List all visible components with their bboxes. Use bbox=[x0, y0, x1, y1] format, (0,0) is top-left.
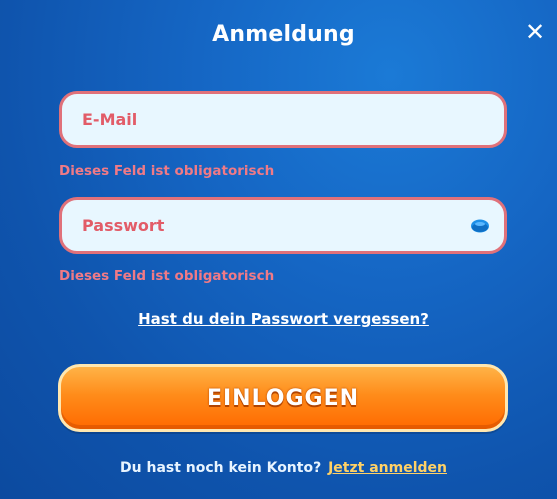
modal-title: Anmeldung bbox=[212, 22, 355, 47]
email-input[interactable] bbox=[80, 109, 454, 130]
login-button-label: EINLOGGEN bbox=[206, 385, 360, 411]
password-error-message: Dieses Feld ist obligatorisch bbox=[59, 268, 275, 284]
close-icon[interactable]: ✕ bbox=[523, 20, 547, 44]
register-row: Du hast noch kein Konto? Jetzt anmelden bbox=[0, 460, 557, 476]
login-modal: Anmeldung ✕ Dieses Feld ist obligatorisc… bbox=[0, 0, 557, 499]
password-input[interactable] bbox=[80, 215, 454, 236]
login-button[interactable]: EINLOGGEN bbox=[58, 364, 508, 432]
email-field[interactable] bbox=[59, 91, 507, 148]
forgot-password-row: Hast du dein Passwort vergessen? bbox=[0, 309, 557, 328]
password-field[interactable] bbox=[59, 197, 507, 254]
email-error-message: Dieses Feld ist obligatorisch bbox=[59, 163, 275, 179]
forgot-password-link[interactable]: Hast du dein Passwort vergessen? bbox=[138, 310, 429, 328]
register-link[interactable]: Jetzt anmelden bbox=[328, 460, 447, 476]
eye-icon[interactable] bbox=[470, 218, 490, 234]
register-prompt: Du hast noch kein Konto? bbox=[120, 460, 322, 476]
